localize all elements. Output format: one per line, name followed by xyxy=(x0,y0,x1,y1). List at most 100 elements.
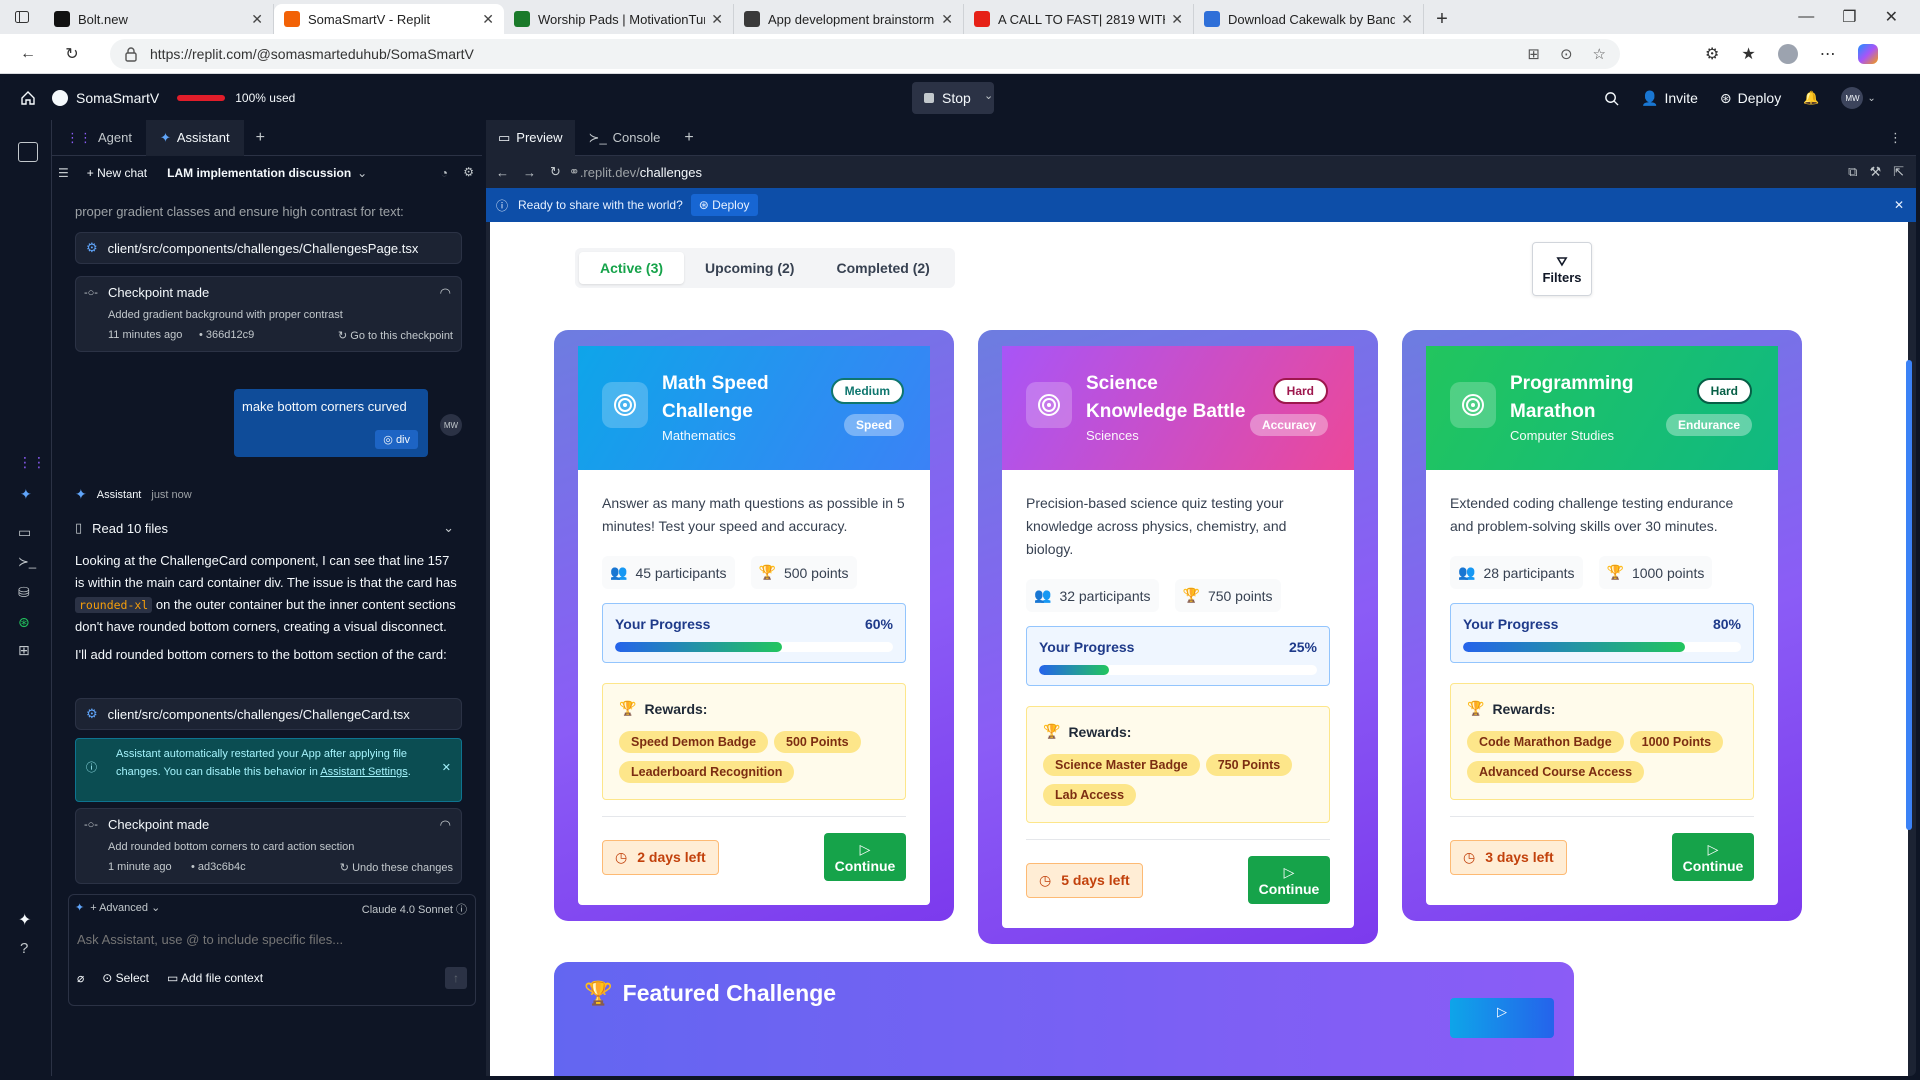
project-switcher[interactable]: SomaSmartV xyxy=(52,90,159,106)
featured-play-button[interactable]: ▷ xyxy=(1450,998,1554,1038)
browser-tab[interactable]: Download Cakewalk by BandLab ✕ xyxy=(1194,4,1424,34)
site-info-icon[interactable] xyxy=(124,46,138,62)
deployments-icon[interactable]: ⊛ xyxy=(18,614,30,631)
assistant-icon[interactable]: ✦ xyxy=(20,486,32,503)
filter-tab[interactable]: Upcoming (2) xyxy=(684,252,815,284)
extensions-icon[interactable]: ⚙ xyxy=(1705,44,1719,64)
go-to-checkpoint-link[interactable]: ↻ Go to this checkpoint xyxy=(338,329,453,342)
file-reference[interactable]: ⚙ client/src/components/challenges/Chall… xyxy=(75,698,462,730)
deploy-button[interactable]: ⊛ Deploy xyxy=(1720,90,1781,107)
profile-avatar[interactable] xyxy=(1777,44,1798,64)
close-tab-icon[interactable]: ✕ xyxy=(1401,11,1413,28)
forward-icon[interactable]: → xyxy=(523,165,536,180)
continue-button[interactable]: ▷ Continue xyxy=(824,833,906,881)
reload-icon[interactable]: ↻ xyxy=(550,164,561,180)
continue-button[interactable]: ▷ Continue xyxy=(1672,833,1754,881)
tab-agent-label: Agent xyxy=(98,130,132,145)
notification-bell-icon[interactable]: 🔔 xyxy=(1803,90,1819,106)
pane-menu-icon[interactable]: ⋮ xyxy=(1889,130,1902,146)
assistant-settings-link[interactable]: Assistant Settings xyxy=(320,766,407,778)
add-file-context-button[interactable]: ▭ Add file context xyxy=(167,971,263,985)
console-icon[interactable]: ≻_ xyxy=(18,554,36,570)
reload-icon[interactable]: ↻ xyxy=(58,40,86,68)
close-tab-icon[interactable]: ✕ xyxy=(711,11,723,28)
user-menu[interactable]: MW ⌄ xyxy=(1841,87,1876,109)
close-tab-icon[interactable]: ✕ xyxy=(1171,11,1183,28)
close-tab-icon[interactable]: ✕ xyxy=(941,11,953,28)
chevron-down-icon[interactable]: ⌄ xyxy=(357,166,367,180)
devtools-icon[interactable]: ⚒ xyxy=(1869,164,1881,180)
rollback-icon[interactable]: ◠ xyxy=(440,285,451,301)
reading-mode-icon[interactable]: ⊙ xyxy=(1560,45,1573,63)
add-tab-button[interactable]: + xyxy=(674,129,703,147)
run-options-chevron-icon[interactable]: ⌄ xyxy=(984,89,993,102)
new-chat-button[interactable]: + New chat xyxy=(87,166,147,180)
speed-icon[interactable]: ◔ xyxy=(441,166,448,180)
select-element-button[interactable]: ⊙ Select xyxy=(102,971,149,985)
close-icon[interactable]: ✕ xyxy=(442,759,451,777)
close-icon[interactable]: ✕ xyxy=(1894,198,1904,212)
invite-label: Invite xyxy=(1664,90,1698,106)
close-tab-icon[interactable]: ✕ xyxy=(251,11,263,28)
tab-console[interactable]: ≻_ Console xyxy=(575,120,675,156)
browser-tab[interactable]: App development brainstorming ✕ xyxy=(734,4,964,34)
attach-icon[interactable]: ⌀ xyxy=(77,971,84,985)
continue-button[interactable]: ▷ Continue xyxy=(1248,856,1330,904)
favorite-star-icon[interactable]: ☆ xyxy=(1593,45,1606,63)
add-tab-button[interactable]: + xyxy=(244,129,277,147)
invite-button[interactable]: 👤 Invite xyxy=(1641,90,1698,107)
preview-scrollbar[interactable] xyxy=(1906,360,1912,830)
banner-deploy-button[interactable]: ⊛ Deploy xyxy=(690,194,758,216)
url-field[interactable]: https://replit.com/@somasmarteduhub/Soma… xyxy=(110,39,1620,69)
close-window-icon[interactable]: ✕ xyxy=(1885,7,1898,27)
progress-fill xyxy=(1039,665,1109,675)
help-icon[interactable]: ? xyxy=(20,940,28,957)
restore-icon[interactable]: ❐ xyxy=(1842,7,1856,27)
minimize-icon[interactable]: — xyxy=(1798,8,1814,26)
browser-menu-icon[interactable]: ⋯ xyxy=(1820,44,1836,64)
browser-tab[interactable]: Worship Pads | MotivationTurf | S ✕ xyxy=(504,4,734,34)
devices-icon[interactable]: ⧉ xyxy=(1848,164,1857,180)
undo-changes-link[interactable]: ↻ Undo these changes xyxy=(340,861,453,874)
database-icon[interactable]: ⛁ xyxy=(18,584,30,601)
new-tab-button[interactable]: + xyxy=(1424,4,1460,34)
filter-tab[interactable]: Completed (2) xyxy=(815,252,950,284)
preview-pane-icon[interactable]: ▭ xyxy=(18,524,31,541)
file-reference[interactable]: ⚙ client/src/components/challenges/Chall… xyxy=(75,232,462,264)
file-path: client/src/components/challenges/Challen… xyxy=(107,240,419,256)
back-icon[interactable]: ← xyxy=(496,165,509,180)
browser-tab[interactable]: SomaSmartV - Replit ✕ xyxy=(274,4,504,34)
app-available-icon[interactable]: ⊞ xyxy=(1527,45,1540,63)
read-files-toggle[interactable]: ▯ Read 10 files ⌄ xyxy=(75,520,462,536)
favorites-icon[interactable]: ★ xyxy=(1741,44,1755,64)
back-icon[interactable]: ← xyxy=(14,40,42,68)
settings-gear-icon[interactable]: ⚙ xyxy=(463,165,474,179)
close-tab-icon[interactable]: ✕ xyxy=(482,11,494,28)
new-tool-icon[interactable]: ✦ xyxy=(18,910,31,930)
history-menu-icon[interactable]: ☰ xyxy=(58,166,69,180)
advanced-toggle[interactable]: + Advanced ⌄ xyxy=(90,901,160,914)
search-icon[interactable] xyxy=(1604,91,1619,106)
tab-assistant[interactable]: ✦ Assistant xyxy=(145,119,244,156)
all-tools-icon[interactable]: ⊞ xyxy=(18,642,30,659)
copilot-icon[interactable] xyxy=(1857,44,1878,64)
filters-button[interactable]: ⛛ Filters xyxy=(1532,242,1592,296)
tab-actions-icon[interactable] xyxy=(0,0,44,34)
send-button[interactable]: ↑ xyxy=(445,967,467,989)
browser-tab[interactable]: Bolt.new ✕ xyxy=(44,4,274,34)
rollback-icon[interactable]: ◠ xyxy=(440,817,451,833)
model-selector[interactable]: Claude 4.0 Sonnet ⓘ xyxy=(362,901,467,917)
open-new-window-icon[interactable]: ⇱ xyxy=(1893,164,1904,180)
chat-input[interactable] xyxy=(77,927,467,951)
tab-agent[interactable]: ⋮⋮ Agent xyxy=(52,120,146,156)
tab-preview[interactable]: ▭ Preview xyxy=(486,119,575,156)
thread-title[interactable]: LAM implementation discussion xyxy=(167,166,351,180)
browser-tab[interactable]: A CALL TO FAST| 2819 WITH PAST ✕ xyxy=(964,4,1194,34)
home-icon[interactable] xyxy=(4,90,52,106)
stop-button[interactable]: Stop xyxy=(912,82,994,114)
filter-tab[interactable]: Active (3) xyxy=(579,252,685,284)
file-tree-icon[interactable] xyxy=(18,142,38,162)
element-context-chip[interactable]: ◎ div xyxy=(375,430,418,449)
agent-icon[interactable]: ⋮⋮ xyxy=(18,454,46,471)
preview-url-field[interactable]: ⚭ .replit.dev/challenges xyxy=(569,161,1809,183)
